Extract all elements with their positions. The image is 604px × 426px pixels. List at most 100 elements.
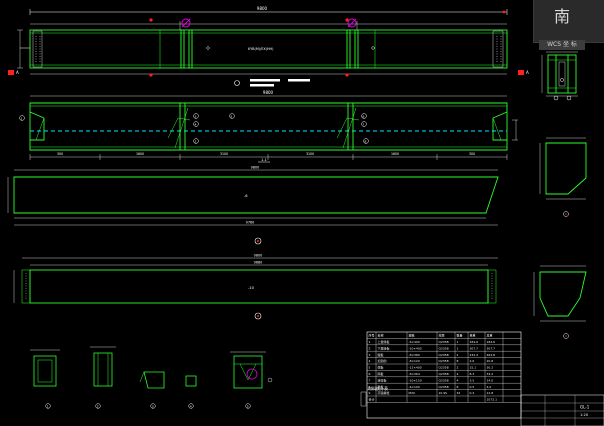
bom-cell: 464.8 bbox=[487, 353, 496, 357]
side-seg-4: 3100 bbox=[306, 152, 314, 156]
bom-cell: 4 bbox=[457, 372, 459, 376]
bom-cell: 14.0 bbox=[487, 378, 494, 382]
bom-header-cell: 数量 bbox=[457, 333, 463, 338]
viewcube[interactable]: 南 bbox=[533, 0, 604, 43]
bom-cell: 20.8 bbox=[487, 359, 494, 363]
bom-cell: 3.5 bbox=[470, 378, 475, 382]
callout-7: 7 bbox=[363, 122, 365, 126]
callout-5: 5 bbox=[231, 114, 233, 118]
bom-cell: 15.1 bbox=[470, 366, 477, 370]
bom-cell: 合计 bbox=[369, 397, 375, 402]
title-scale: 1:20 bbox=[580, 413, 589, 417]
bom-cell: 隔板 bbox=[378, 371, 384, 376]
cad-drawing-canvas[interactable]: 9800 KYB(M)/EX(HH) A A 9800 300 1600 310… bbox=[0, 0, 604, 426]
bom-cell: 1 bbox=[369, 340, 371, 344]
bom-cell: -10×400 bbox=[409, 346, 422, 350]
bom-cell: 2 bbox=[457, 366, 459, 370]
bom-cell: Q235B bbox=[439, 366, 449, 370]
bom-cell: -6×400 bbox=[409, 340, 420, 344]
bom-cell: 端板 bbox=[378, 365, 384, 370]
bom-cell: 33.2 bbox=[487, 372, 494, 376]
bom-cell: 加劲肋 bbox=[378, 358, 387, 363]
title-stamp: 材料统计表 bbox=[368, 385, 388, 391]
bom-cell: 7 bbox=[369, 378, 371, 382]
bom-header-cell: 名称 bbox=[378, 333, 384, 338]
bom-cell: 184.6 bbox=[470, 340, 479, 344]
bom-cell: 4 bbox=[457, 378, 459, 382]
bom-cell: M20 bbox=[409, 391, 415, 395]
bom-cell: Q235B bbox=[439, 340, 449, 344]
bom-header-cell: 材质 bbox=[439, 333, 445, 338]
ucs-menu-button[interactable]: WCS 坐 标 bbox=[539, 40, 585, 50]
side-seg-3: 3100 bbox=[220, 152, 228, 156]
bom-cell: 2 bbox=[457, 353, 459, 357]
bom-cell: 307.7 bbox=[470, 346, 479, 350]
section-tag-right: A bbox=[526, 70, 529, 75]
bom-cell: 232.4 bbox=[470, 353, 479, 357]
bom-cell: Q235B bbox=[439, 372, 449, 376]
part2-thickness: -10 bbox=[248, 286, 255, 290]
bom-cell: 9 bbox=[369, 391, 371, 395]
bom-cell: 连接板 bbox=[378, 377, 387, 382]
side-view-overall-dim: 9800 bbox=[263, 90, 274, 95]
callout-8: 8 bbox=[365, 139, 367, 143]
bom-header-cell: 序号 bbox=[369, 333, 375, 338]
bom-cell: 1072.1 bbox=[487, 398, 498, 402]
bom-cell: Q235B bbox=[439, 346, 449, 350]
bom-cell: Q235B bbox=[439, 359, 449, 363]
callout-3: 3 bbox=[195, 114, 197, 118]
bom-cell: 0.4 bbox=[470, 391, 475, 395]
bom-cell: 12.8 bbox=[487, 391, 494, 395]
bom-cell: Q235B bbox=[439, 378, 449, 382]
top-view-note: KYB(M)/EX(HH) bbox=[248, 47, 274, 51]
bom-cell: 2 bbox=[369, 346, 371, 350]
detail-2-label: 2 bbox=[97, 404, 99, 408]
bom-header-cell: 单重 bbox=[470, 333, 476, 338]
compass-direction-south[interactable]: 南 bbox=[554, 3, 570, 27]
callout-4: 4 bbox=[195, 122, 197, 126]
bom-cell: -8×120 bbox=[409, 359, 420, 363]
bom-cell: 8 bbox=[457, 359, 459, 363]
bom-header-cell: 规格 bbox=[409, 333, 415, 338]
detail-1-label: 1 bbox=[47, 404, 49, 408]
bom-cell: 10.9S bbox=[439, 391, 448, 395]
top-view-overall-dim: 9800 bbox=[257, 6, 268, 11]
bom-cell: 8 bbox=[457, 385, 459, 389]
bom-cell: 3 bbox=[369, 353, 371, 357]
bom-cell: 32 bbox=[457, 391, 461, 395]
bom-cell: 184.6 bbox=[487, 340, 496, 344]
detail-4-label: 4 bbox=[190, 404, 192, 408]
bom-cell: 1 bbox=[457, 346, 459, 350]
bom-cell: -6×100 bbox=[409, 385, 420, 389]
detail-5-label: 5 bbox=[247, 404, 249, 408]
title-drawing-no: GL-1 bbox=[580, 405, 590, 410]
bom-cell: -12×400 bbox=[409, 366, 422, 370]
bom-cell: 1 bbox=[457, 340, 459, 344]
part1-top-dim: 9800 bbox=[251, 166, 260, 170]
bom-cell: 30.2 bbox=[487, 366, 494, 370]
callout-1: 1 bbox=[21, 116, 23, 120]
bom-cell: 上翼缘板 bbox=[378, 339, 390, 344]
part1-bottom-dim: 9760 bbox=[246, 221, 255, 225]
bom-cell: 0.5 bbox=[470, 385, 475, 389]
callout-6: 6 bbox=[363, 114, 365, 118]
section-cut-label: 1-1 bbox=[261, 158, 267, 162]
bom-cell: 307.7 bbox=[487, 346, 496, 350]
bom-cell: -8×380 bbox=[409, 353, 420, 357]
section-tag-left: A bbox=[16, 70, 19, 75]
side-seg-6: 300 bbox=[469, 152, 475, 156]
bom-cell: 下翼缘板 bbox=[378, 345, 390, 350]
part2-mid-dim: 9680 bbox=[254, 261, 263, 265]
bom-cell: 5 bbox=[369, 366, 371, 370]
bom-cell: -10×150 bbox=[409, 378, 422, 382]
bom-cell: 4 bbox=[369, 359, 371, 363]
bom-cell: 4.0 bbox=[487, 385, 492, 389]
side-seg-1: 300 bbox=[57, 152, 63, 156]
bom-cell: 6 bbox=[369, 372, 371, 376]
callout-2: 2 bbox=[195, 139, 197, 143]
detail-3-label: 3 bbox=[152, 404, 154, 408]
side-seg-2: 1600 bbox=[136, 152, 144, 156]
side-seg-5: 1600 bbox=[391, 152, 399, 156]
bom-header-cell: 总重 bbox=[487, 333, 493, 338]
bom-cell: 2.6 bbox=[470, 359, 475, 363]
